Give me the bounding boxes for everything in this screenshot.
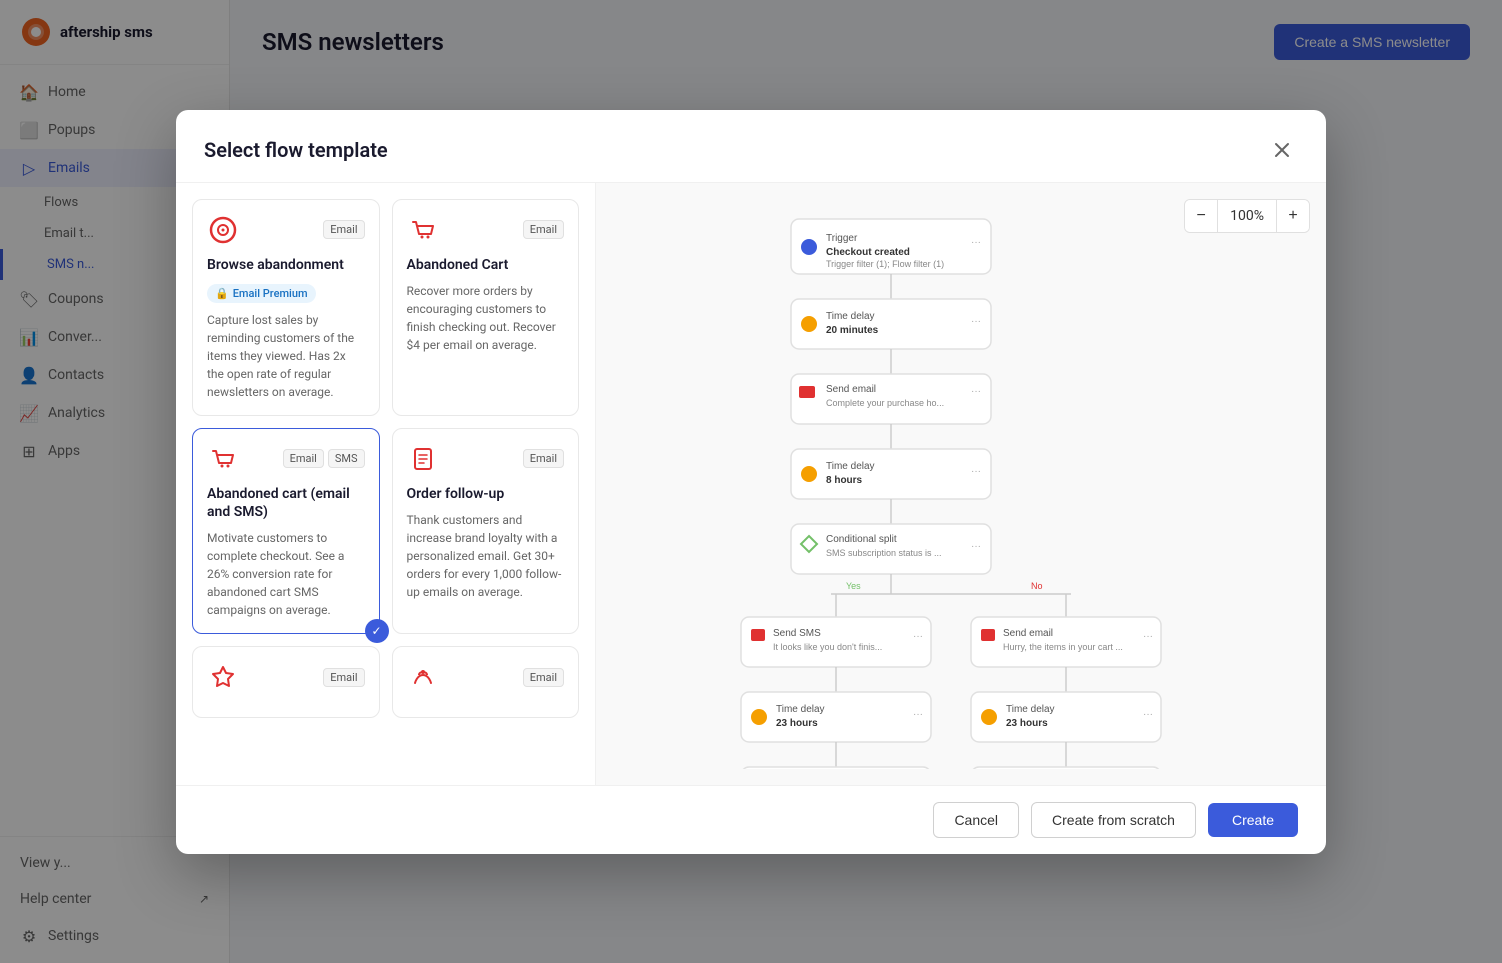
tag-email-6: Email — [523, 668, 564, 687]
template-card-6[interactable]: Email — [392, 646, 580, 718]
create-from-scratch-button[interactable]: Create from scratch — [1031, 802, 1196, 838]
tag-sms-cart-sms: SMS — [328, 449, 365, 468]
svg-text:Hurry, the items in your cart: Hurry, the items in your cart ... — [1003, 642, 1123, 652]
svg-text:Yes: Yes — [846, 581, 861, 591]
svg-text:SMS subscription status is ...: SMS subscription status is ... — [826, 548, 942, 558]
card-header-followup: Email — [407, 443, 565, 475]
card-header-cart: Email — [407, 214, 565, 246]
svg-text:Trigger: Trigger — [826, 233, 858, 244]
svg-text:Checkout created: Checkout created — [826, 247, 910, 258]
zoom-out-button[interactable]: − — [1185, 200, 1217, 232]
zoom-in-button[interactable]: + — [1277, 200, 1309, 232]
svg-text:23 hours: 23 hours — [776, 718, 818, 729]
svg-text:20 minutes: 20 minutes — [826, 325, 879, 336]
svg-text:Send email: Send email — [826, 384, 876, 395]
svg-text:···: ··· — [913, 631, 923, 642]
card-desc-followup: Thank customers and increase brand loyal… — [407, 511, 565, 601]
order-followup-icon — [407, 443, 439, 475]
template-card-order-followup[interactable]: Email Order follow-up Thank customers an… — [392, 428, 580, 634]
svg-text:Time delay: Time delay — [776, 704, 825, 715]
tag-email-cart-sms: Email — [283, 449, 324, 468]
card-title-browse: Browse abandonment — [207, 256, 365, 274]
svg-text:···: ··· — [971, 541, 981, 552]
card-tags-cart: Email — [523, 220, 564, 239]
svg-text:···: ··· — [971, 466, 981, 477]
svg-text:Time delay: Time delay — [1006, 704, 1055, 715]
svg-text:Time delay: Time delay — [826, 311, 875, 322]
card-desc-browse: Capture lost sales by reminding customer… — [207, 311, 365, 401]
svg-text:Trigger filter (1); Flow filte: Trigger filter (1); Flow filter (1) — [826, 259, 944, 269]
modal-footer: Cancel Create from scratch Create — [176, 785, 1326, 854]
card-tags-cart-sms: Email SMS — [283, 449, 365, 468]
flow-svg: Trigger Checkout created ··· Trigger fil… — [681, 209, 1241, 769]
modal-header: Select flow template — [176, 110, 1326, 183]
card-tags-followup: Email — [523, 449, 564, 468]
tag-email-cart: Email — [523, 220, 564, 239]
template-card-abandoned-cart[interactable]: Email Abandoned Cart Recover more orders… — [392, 199, 580, 416]
browse-abandonment-icon — [207, 214, 239, 246]
svg-text:Send SMS: Send SMS — [773, 628, 821, 639]
svg-text:8 hours: 8 hours — [826, 475, 863, 486]
card-title-cart: Abandoned Cart — [407, 256, 565, 274]
card-header-5: Email — [207, 661, 365, 693]
card-header-6: Email — [407, 661, 565, 693]
svg-text:23 hours: 23 hours — [1006, 718, 1048, 729]
card-title-followup: Order follow-up — [407, 485, 565, 503]
cancel-button[interactable]: Cancel — [933, 802, 1019, 838]
template-card-browse-abandonment[interactable]: Email Browse abandonment 🔒 Email Premium… — [192, 199, 380, 416]
flow-preview-panel: − 100% + Trigger Checkout created ··· Tr… — [596, 183, 1326, 785]
card-tags-6: Email — [523, 668, 564, 687]
tag-email-5: Email — [323, 668, 364, 687]
card6-icon — [407, 661, 439, 693]
select-template-modal: Select flow template — [176, 110, 1326, 854]
card-tags-5: Email — [323, 668, 364, 687]
svg-text:···: ··· — [971, 386, 981, 397]
svg-text:It looks like you don't finis.: It looks like you don't finis... — [773, 642, 882, 652]
card-desc-cart: Recover more orders by encouraging custo… — [407, 282, 565, 354]
template-list: Email Browse abandonment 🔒 Email Premium… — [176, 183, 596, 785]
template-card-5[interactable]: Email — [192, 646, 380, 718]
abandoned-cart-sms-icon — [207, 443, 239, 475]
zoom-value: 100% — [1217, 200, 1277, 232]
svg-text:···: ··· — [971, 316, 981, 327]
svg-text:···: ··· — [1143, 631, 1153, 642]
abandoned-cart-icon — [407, 214, 439, 246]
modal-body: Email Browse abandonment 🔒 Email Premium… — [176, 183, 1326, 785]
template-card-abandoned-cart-sms[interactable]: Email SMS Abandoned cart (email and SMS)… — [192, 428, 380, 634]
svg-text:···: ··· — [971, 237, 981, 248]
card-desc-cart-sms: Motivate customers to complete checkout.… — [207, 529, 365, 619]
card5-icon — [207, 661, 239, 693]
badge-premium: 🔒 Email Premium — [207, 284, 316, 303]
card-check-icon: ✓ — [365, 619, 389, 643]
modal-overlay: Select flow template — [0, 0, 1502, 963]
svg-text:Complete your purchase ho...: Complete your purchase ho... — [826, 398, 944, 408]
tag-email: Email — [323, 220, 364, 239]
svg-text:Conditional split: Conditional split — [826, 534, 897, 545]
svg-text:···: ··· — [913, 709, 923, 720]
card-header-cart-sms: Email SMS — [207, 443, 365, 475]
card-header-browse: Email — [207, 214, 365, 246]
create-button[interactable]: Create — [1208, 803, 1298, 837]
card-title-cart-sms: Abandoned cart (email and SMS) — [207, 485, 365, 521]
lock-icon: 🔒 — [215, 287, 229, 300]
modal-close-button[interactable] — [1266, 134, 1298, 166]
flow-diagram: Trigger Checkout created ··· Trigger fil… — [612, 199, 1310, 769]
svg-text:Send email: Send email — [1003, 628, 1053, 639]
card-tags-browse: Email — [323, 220, 364, 239]
close-icon — [1272, 140, 1292, 160]
zoom-controls: − 100% + — [1184, 199, 1310, 233]
svg-text:Time delay: Time delay — [826, 461, 875, 472]
svg-text:No: No — [1031, 581, 1043, 591]
svg-text:···: ··· — [1143, 709, 1153, 720]
modal-title: Select flow template — [204, 138, 388, 162]
tag-email-followup: Email — [523, 449, 564, 468]
